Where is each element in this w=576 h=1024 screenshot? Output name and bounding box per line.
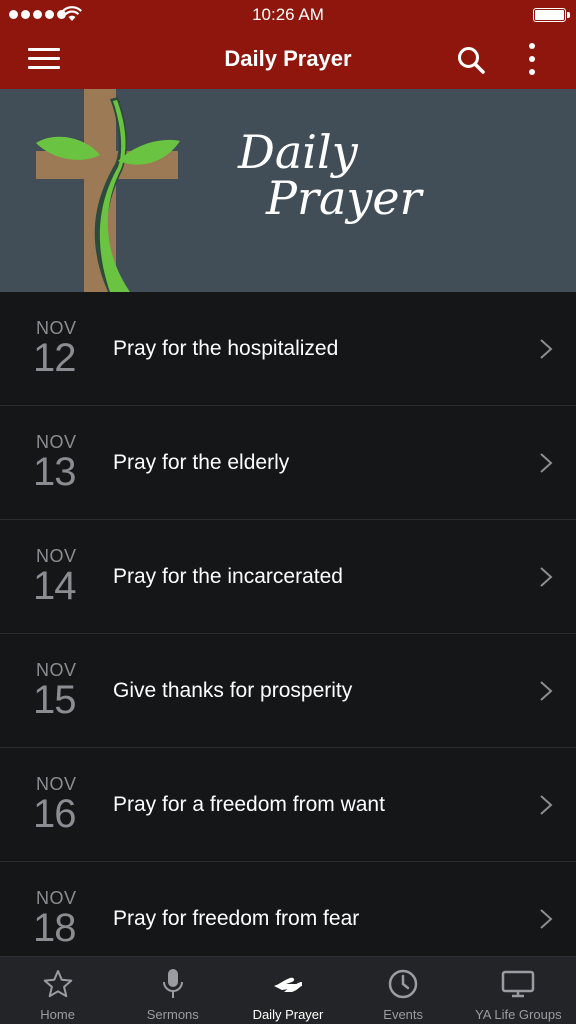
prayer-row[interactable]: NOV 12 Pray for the hospitalized [0,292,576,406]
chevron-right-icon [540,795,553,815]
tab-home[interactable]: Home [0,957,115,1024]
tab-daily-prayer[interactable]: Daily Prayer [230,957,345,1024]
praying-hands-icon [273,977,302,992]
more-options-icon[interactable] [522,43,542,75]
banner-title: Daily Prayer [238,129,422,221]
prayer-title: Pray for a freedom from want [113,793,385,816]
tab-events[interactable]: Events [346,957,461,1024]
nav-bar: Daily Prayer [0,30,576,89]
tab-label: Events [383,1007,424,1022]
microphone-icon [162,969,183,998]
star-icon [43,970,72,998]
signal-strength-icon [9,10,66,19]
prayer-row[interactable]: NOV 13 Pray for the elderly [0,406,576,520]
cross-sprout-logo [36,89,180,292]
clock-icon [388,969,418,999]
date-day: 14 [33,564,76,608]
prayer-row[interactable]: NOV 15 Give thanks for prosperity [0,634,576,748]
status-bar: 10:26 AM [0,0,576,30]
prayer-title: Give thanks for prosperity [113,679,353,702]
prayer-title: Pray for freedom from fear [113,907,360,930]
tab-label: Sermons [146,1007,199,1022]
date-day: 13 [33,450,76,494]
tab-bar: Home Sermons Daily Prayer Events YA Life… [0,956,576,1024]
prayer-title: Pray for the elderly [113,451,290,474]
status-time: 10:26 AM [252,5,324,24]
tab-sermons[interactable]: Sermons [115,957,230,1024]
tab-label: Home [40,1007,75,1022]
chevron-right-icon [540,909,553,929]
date-day: 16 [33,792,76,836]
prayer-row[interactable]: NOV 14 Pray for the incarcerated [0,520,576,634]
prayer-row[interactable]: NOV 16 Pray for a freedom from want [0,748,576,862]
search-icon[interactable] [456,45,486,75]
prayer-title: Pray for the hospitalized [113,337,339,360]
tab-label: Daily Prayer [252,1007,324,1022]
page-title: Daily Prayer [224,46,352,71]
prayer-list: NOV 12 Pray for the hospitalized NOV 13 … [0,292,576,976]
date-day: 15 [33,678,76,722]
battery-icon [533,8,570,22]
monitor-icon [502,970,535,998]
tab-label: YA Life Groups [475,1007,562,1022]
date-day: 12 [33,336,76,380]
date-day: 18 [33,906,76,950]
chevron-right-icon [540,567,553,587]
prayer-title: Pray for the incarcerated [113,565,343,588]
banner: Daily Prayer [0,89,576,292]
chevron-right-icon [540,681,553,701]
wifi-icon [62,6,82,21]
tab-ya-life-groups[interactable]: YA Life Groups [461,957,576,1024]
chevron-right-icon [540,339,553,359]
chevron-right-icon [540,453,553,473]
banner-title-line2: Prayer [266,171,422,225]
